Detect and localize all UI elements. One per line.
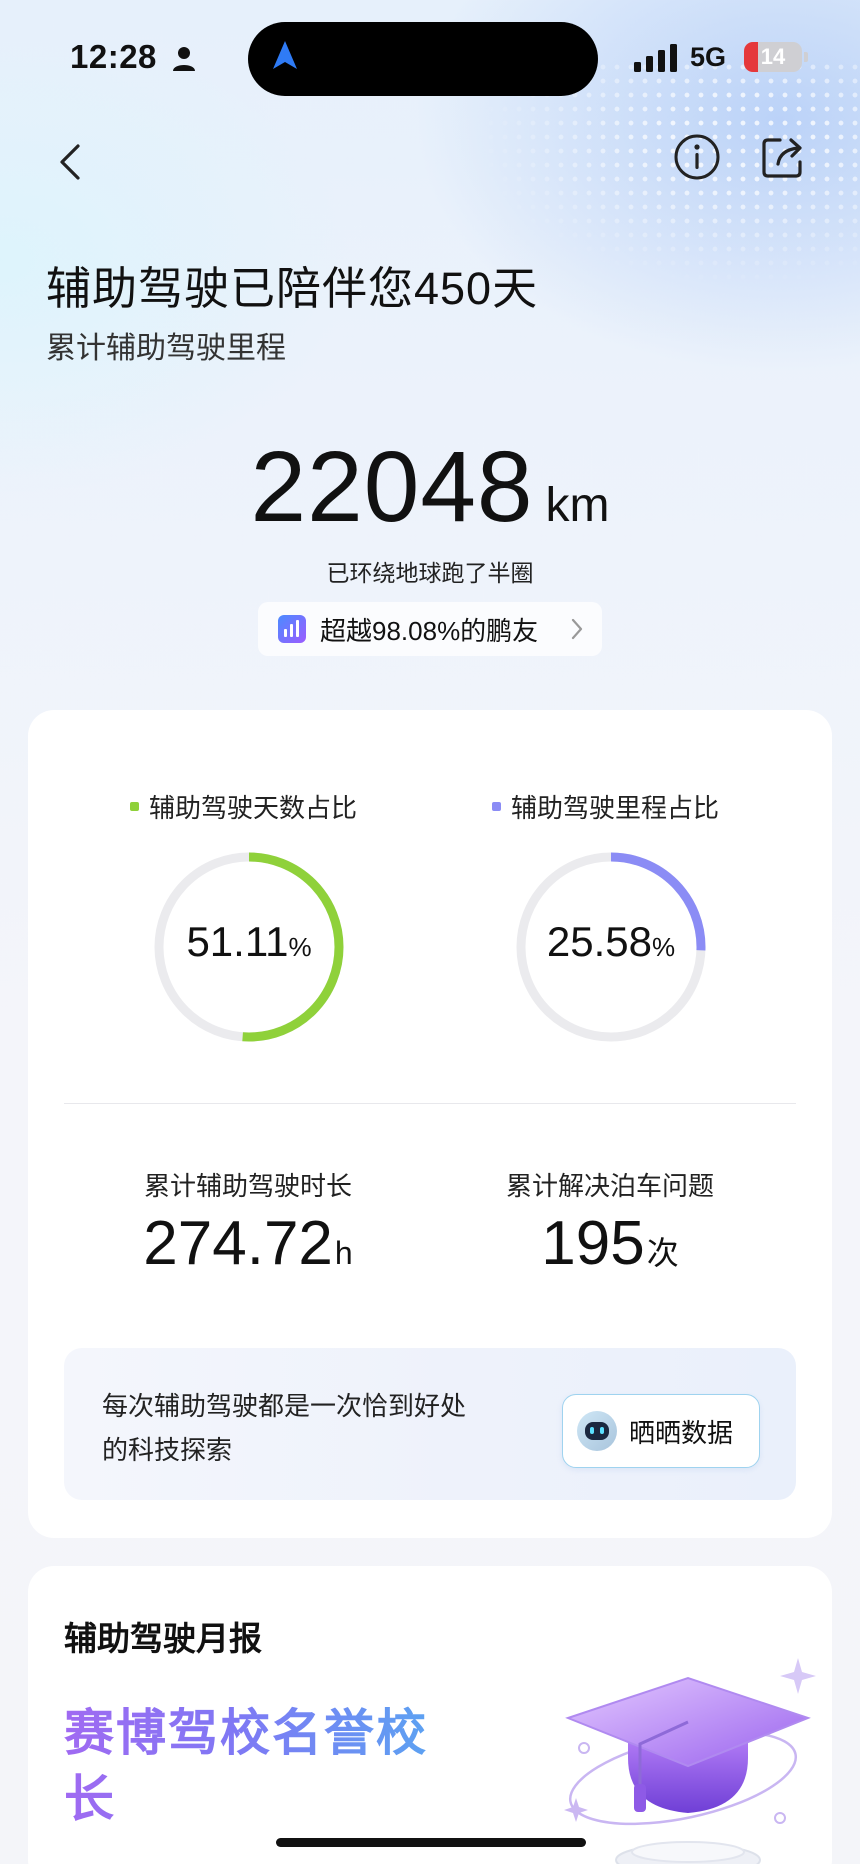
rank-text: 超越98.08%的鹏友 [320,615,539,646]
parking-unit: 次 [646,1235,679,1271]
info-icon[interactable] [672,132,722,182]
days-ratio-value: 51.11 [186,918,289,965]
robot-icon [577,1411,617,1451]
mileage-ratio-title: 辅助驾驶里程占比 [492,788,719,825]
duration-unit: h [334,1235,353,1271]
network-type: 5G [690,42,727,72]
battery-tip [804,52,808,62]
divider [64,1103,796,1104]
days-ratio-unit: % [288,932,312,962]
mileage-number: 22048 [250,431,534,543]
signal-icon [634,44,677,72]
person-icon [173,47,195,71]
legend-dot [130,802,139,811]
page-title: 辅助驾驶已陪伴您450天 [46,263,539,314]
honor-title: 赛博驾校名誉校长 [64,1700,444,1832]
page-subtitle: 累计辅助驾驶里程 [46,332,286,365]
mileage-caption: 已环绕地球跑了半圈 [326,560,534,586]
status-time: 12:28 [70,38,157,75]
share-data-label: 晒晒数据 [629,1417,734,1448]
battery-icon: 14 [744,42,802,72]
duration-value: 274.72h [78,1208,418,1279]
duration-number: 274.72 [143,1209,333,1278]
parking-label: 累计解决泊车问题 [505,1171,714,1201]
chevron-right-icon [571,618,583,640]
monthly-report-card[interactable]: 辅助驾驶月报 赛博驾校名誉校长 [28,1566,832,1864]
parking-value: 195次 [440,1208,780,1279]
share-data-button[interactable]: 晒晒数据 [562,1394,760,1468]
status-bar: 12:28 5G 14 [0,0,860,118]
mileage-unit: km [545,479,610,532]
legend-dot [492,802,501,811]
graduation-cap-icon [564,1658,816,1864]
days-ratio-title: 辅助驾驶天数占比 [130,788,357,825]
days-ratio-ring: 51.11% [150,848,348,1046]
mileage-ratio-unit: % [651,932,676,962]
promo-text: 每次辅助驾驶都是一次恰到好处的科技探索 [102,1391,467,1465]
dynamic-island [248,22,598,96]
back-chevron-icon[interactable] [50,140,94,184]
rank-button[interactable]: 超越98.08%的鹏友 [258,602,602,656]
mileage-value: 22048 km [0,430,860,545]
home-indicator[interactable] [276,1838,586,1847]
bar-chart-icon [278,615,306,643]
stats-card: 辅助驾驶天数占比 51.11% 辅助驾驶里程占比 25.58% 累计辅助驾驶时长… [28,710,832,1538]
duration-label: 累计辅助驾驶时长 [143,1171,352,1201]
battery-level: 14 [760,44,786,69]
mileage-ratio-value: 25.58 [546,918,652,965]
share-promo-banner: 每次辅助驾驶都是一次恰到好处的科技探索 晒晒数据 [64,1348,796,1500]
mileage-ratio-ring: 25.58% [512,848,710,1046]
parking-number: 195 [541,1209,645,1278]
mileage-ratio-label: 辅助驾驶里程占比 [511,793,720,823]
navigation-arrow-icon [273,41,297,69]
share-icon[interactable] [758,132,808,182]
monthly-report-title: 辅助驾驶月报 [64,1620,262,1657]
days-ratio-label: 辅助驾驶天数占比 [149,793,358,823]
